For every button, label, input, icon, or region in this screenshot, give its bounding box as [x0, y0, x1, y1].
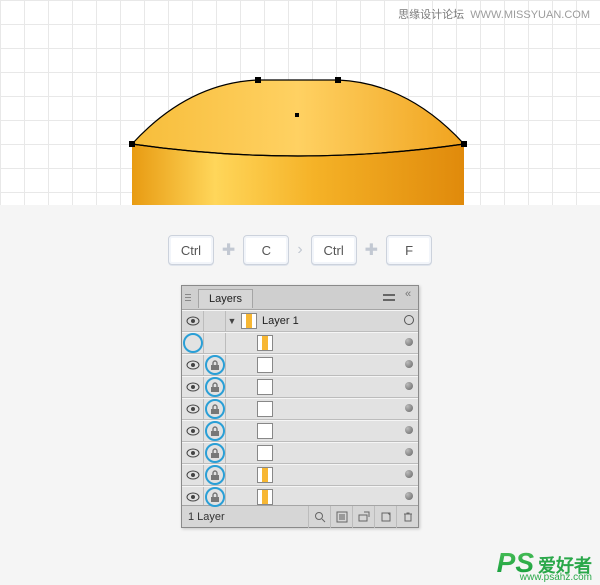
lock-toggle[interactable]: [204, 399, 226, 419]
lock-toggle[interactable]: [204, 333, 226, 353]
lock-toggle[interactable]: [204, 443, 226, 463]
layer-row-path[interactable]: [182, 332, 418, 354]
watermark-bottom: PS 爱好者 www.psahz.com: [497, 547, 592, 579]
layer-row-path[interactable]: [182, 486, 418, 505]
panel-footer: 1 Layer: [182, 505, 418, 527]
layer-name-label[interactable]: Layer 1: [260, 315, 400, 327]
layer-row-path[interactable]: [182, 442, 418, 464]
target-indicator[interactable]: [400, 469, 418, 481]
layer-thumbnail: [257, 379, 273, 395]
layer-row-path[interactable]: [182, 420, 418, 442]
visibility-toggle[interactable]: [182, 443, 204, 463]
visibility-toggle[interactable]: [182, 421, 204, 441]
layer-thumbnail: [257, 401, 273, 417]
artwork-shape[interactable]: [128, 78, 468, 205]
plus-icon: ✚: [222, 240, 235, 260]
key-ctrl: Ctrl: [311, 235, 357, 265]
layer-thumbnail: [257, 467, 273, 483]
lock-toggle[interactable]: [204, 421, 226, 441]
make-clipping-mask-button[interactable]: [330, 506, 352, 528]
disclosure-triangle[interactable]: ▼: [226, 316, 238, 326]
layers-tab[interactable]: Layers: [198, 289, 253, 308]
panel-drag-handle[interactable]: [182, 294, 194, 301]
key-f: F: [386, 235, 432, 265]
layer-list: ▼ Layer 1: [182, 310, 418, 505]
key-c: C: [243, 235, 289, 265]
target-indicator[interactable]: [400, 491, 418, 503]
chevron-right-icon: ›: [297, 241, 302, 259]
visibility-toggle[interactable]: [182, 355, 204, 375]
layer-thumbnail: [257, 445, 273, 461]
watermark-top-url: WWW.MISSYUAN.COM: [470, 9, 590, 21]
watermark-bottom-url: www.psahz.com: [520, 572, 592, 583]
anchor-point[interactable]: [335, 77, 341, 83]
lock-toggle[interactable]: [204, 355, 226, 375]
lock-toggle[interactable]: [204, 487, 226, 505]
anchor-point[interactable]: [129, 141, 135, 147]
watermark-top-cn: 思缘设计论坛: [398, 9, 464, 21]
locate-object-button[interactable]: [308, 506, 330, 528]
anchor-point[interactable]: [461, 141, 467, 147]
target-indicator[interactable]: [400, 425, 418, 437]
visibility-toggle[interactable]: [182, 465, 204, 485]
layer-row-path[interactable]: [182, 398, 418, 420]
visibility-toggle[interactable]: [182, 311, 204, 331]
layer-row-path[interactable]: [182, 354, 418, 376]
layers-panel[interactable]: Layers « ▼ Layer 1 1 Layer: [181, 285, 419, 528]
lock-toggle[interactable]: [204, 465, 226, 485]
layer-row-parent[interactable]: ▼ Layer 1: [182, 310, 418, 332]
layer-thumbnail: [257, 489, 273, 505]
layer-count-label: 1 Layer: [182, 511, 225, 523]
anchor-point[interactable]: [255, 77, 261, 83]
drawing-canvas[interactable]: 思缘设计论坛 WWW.MISSYUAN.COM: [0, 0, 600, 205]
watermark-top: 思缘设计论坛 WWW.MISSYUAN.COM: [398, 6, 590, 22]
delete-button[interactable]: [396, 506, 418, 528]
lock-toggle[interactable]: [204, 377, 226, 397]
panel-menu-icon[interactable]: [381, 292, 397, 304]
target-indicator[interactable]: [400, 337, 418, 349]
lock-toggle[interactable]: [204, 311, 226, 331]
layer-row-path[interactable]: [182, 376, 418, 398]
create-new-layer-button[interactable]: [374, 506, 396, 528]
create-sublayer-button[interactable]: [352, 506, 374, 528]
visibility-toggle[interactable]: [182, 487, 204, 505]
layer-thumbnail: [257, 423, 273, 439]
target-indicator[interactable]: [400, 447, 418, 459]
keyboard-shortcut-hint: Ctrl ✚ C › Ctrl ✚ F: [0, 205, 600, 285]
layer-row-path[interactable]: [182, 464, 418, 486]
panel-tab-bar: Layers «: [182, 286, 418, 310]
visibility-toggle[interactable]: [182, 333, 204, 353]
path-center-point[interactable]: [295, 113, 299, 117]
target-indicator[interactable]: [400, 381, 418, 393]
layer-thumbnail: [257, 357, 273, 373]
layer-thumbnail: [257, 335, 273, 351]
visibility-toggle[interactable]: [182, 377, 204, 397]
plus-icon: ✚: [365, 240, 378, 260]
visibility-toggle[interactable]: [182, 399, 204, 419]
target-indicator[interactable]: [400, 315, 418, 328]
layer-thumbnail: [241, 313, 257, 329]
target-indicator[interactable]: [400, 403, 418, 415]
target-indicator[interactable]: [400, 359, 418, 371]
key-ctrl: Ctrl: [168, 235, 214, 265]
panel-collapse-icon[interactable]: «: [401, 288, 415, 300]
